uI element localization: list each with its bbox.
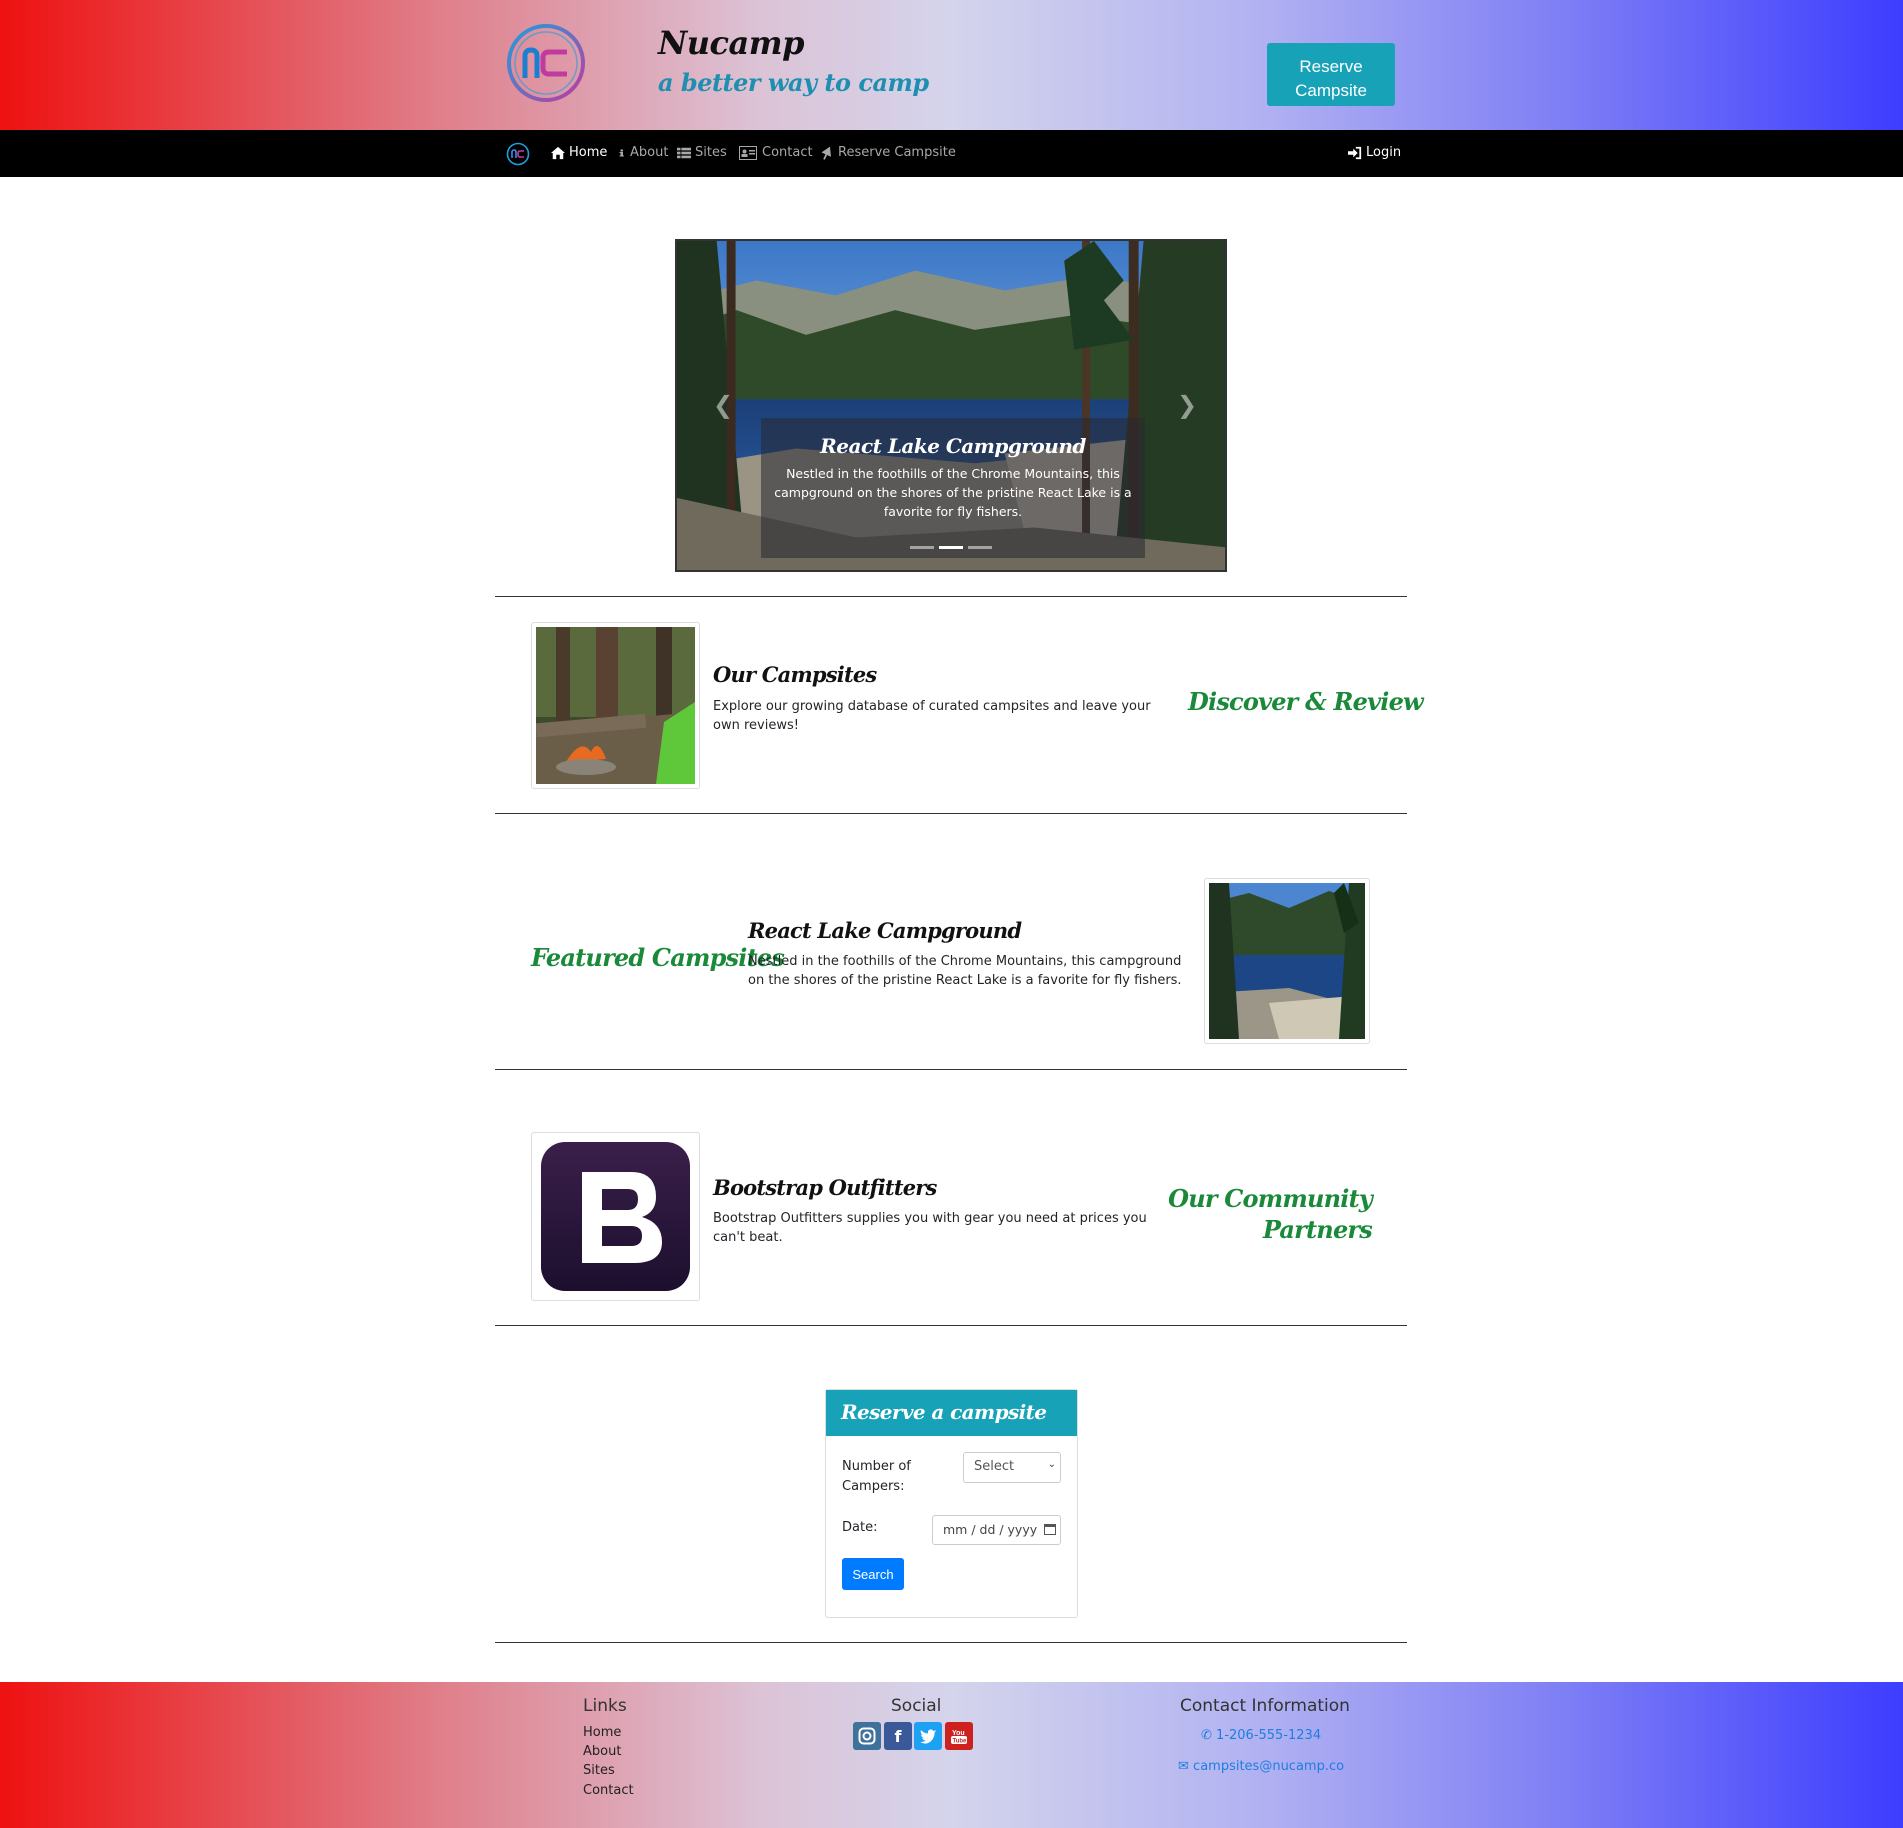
community-partners-line2: Partners (1262, 1215, 1373, 1244)
address-card-icon (739, 145, 757, 160)
campers-select[interactable]: Select ⌄ (963, 1452, 1061, 1483)
header-jumbotron: Nucamp a better way to camp Reserve Camp… (0, 0, 1903, 130)
nav-reserve-label: Reserve Campsite (838, 145, 956, 160)
section-divider (495, 1069, 1407, 1070)
nav-reserve-campsite[interactable]: Reserve Campsite (820, 145, 956, 160)
section-campsites-title: Our Campsites (713, 662, 877, 687)
facebook-icon[interactable]: f (884, 1722, 912, 1750)
carousel-caption: React Lake Campground Nestled in the foo… (761, 418, 1145, 558)
reserve-campsite-button[interactable]: Reserve Campsite (1267, 43, 1395, 106)
hero-carousel[interactable]: ❮ ❯ React Lake Campground Nestled in the… (675, 239, 1227, 572)
nav-contact-label: Contact (762, 145, 813, 160)
date-input[interactable]: mm / dd / yyyy (932, 1515, 1061, 1545)
partner-title: Bootstrap Outfitters (713, 1175, 937, 1200)
carousel-caption-title: React Lake Campground (820, 434, 1086, 458)
carousel-indicator[interactable] (968, 546, 992, 549)
nav-login-label: Login (1366, 145, 1402, 160)
twitter-icon[interactable] (914, 1722, 942, 1750)
featured-campsite-text: Nestled in the foothills of the Chrome M… (748, 954, 1182, 988)
date-placeholder: mm / dd / yyyy (943, 1522, 1038, 1537)
partner-thumbnail (531, 1132, 700, 1301)
navbar-logo[interactable] (506, 142, 530, 166)
brand-title: Nucamp (658, 24, 804, 62)
carousel-indicator-active[interactable] (939, 546, 963, 549)
calendar-icon[interactable] (1044, 1524, 1057, 1535)
home-icon (551, 146, 565, 159)
nucamp-logo (507, 24, 585, 102)
footer-contact-heading: Contact Information (1180, 1696, 1350, 1716)
reserve-card-title: Reserve a campsite (826, 1390, 1077, 1436)
nav-sites[interactable]: Sites (677, 145, 727, 160)
section-divider (495, 1325, 1407, 1326)
date-label: Date: (842, 1520, 878, 1535)
bootstrap-logo (541, 1142, 690, 1291)
section-campsites-text: Explore our growing database of curated … (713, 699, 1151, 733)
featured-campsite-image (1209, 883, 1365, 1039)
envelope-icon: ✉ (1178, 1759, 1189, 1774)
campsite-image (536, 627, 695, 784)
section-divider (495, 596, 1407, 597)
svg-text:Tube: Tube (953, 1739, 968, 1745)
info-icon (619, 149, 624, 156)
footer-phone[interactable]: ✆ 1-206-555-1234 (1201, 1728, 1321, 1743)
nav-about[interactable]: About (618, 145, 668, 160)
sign-in-icon (1348, 146, 1362, 159)
nav-sites-label: Sites (695, 145, 727, 160)
carousel-indicators (910, 546, 992, 549)
carousel-prev-icon[interactable]: ❮ (713, 391, 733, 419)
footer-link-sites[interactable]: Sites (583, 1763, 615, 1778)
brand-tagline: a better way to camp (658, 68, 929, 97)
instagram-icon[interactable] (853, 1722, 881, 1750)
footer-email-text: campsites@nucamp.co (1193, 1759, 1345, 1774)
carousel-next-icon[interactable]: ❯ (1177, 391, 1197, 419)
carousel-indicator[interactable] (910, 546, 934, 549)
nav-login[interactable]: Login (1348, 145, 1401, 160)
main-navbar: Home About Sites Contact Reserve Campsit… (0, 130, 1903, 177)
featured-campsite-title: React Lake Campground (748, 918, 1022, 943)
footer: Links Home About Sites Contact Social f … (0, 1682, 1903, 1828)
campers-label-line1: Number of (842, 1459, 911, 1474)
youtube-icon[interactable]: You Tube (945, 1722, 973, 1750)
svg-text:You: You (952, 1730, 965, 1737)
partner-text: Bootstrap Outfitters supplies you with g… (713, 1211, 1147, 1245)
chevron-down-icon: ⌄ (1047, 1459, 1056, 1470)
footer-link-home[interactable]: Home (583, 1725, 621, 1740)
footer-links-heading: Links (583, 1696, 627, 1716)
reserve-campsite-label: Reserve Campsite (1295, 56, 1367, 100)
list-icon (677, 147, 691, 158)
footer-link-contact[interactable]: Contact (583, 1783, 634, 1798)
nav-home[interactable]: Home (551, 145, 607, 160)
campers-select-value: Select (974, 1459, 1015, 1474)
footer-social-heading: Social (891, 1696, 942, 1716)
footer-phone-text: 1-206-555-1234 (1216, 1728, 1322, 1743)
campers-label: Number of Campers: (842, 1457, 911, 1497)
search-button[interactable]: Search (842, 1558, 904, 1590)
phone-icon: ✆ (1201, 1728, 1212, 1743)
section-divider (495, 813, 1407, 814)
footer-email[interactable]: ✉ campsites@nucamp.co (1178, 1759, 1344, 1774)
carousel-caption-text: Nestled in the foothills of the Chrome M… (774, 466, 1132, 519)
community-partners-heading: Our Community Partners (1150, 1183, 1373, 1245)
nav-contact[interactable]: Contact (738, 145, 813, 160)
featured-campsite-thumbnail (1204, 878, 1370, 1044)
tree-icon (821, 146, 832, 160)
community-partners-line1: Our Community (1168, 1184, 1373, 1213)
discover-review-heading: Discover & Review (1188, 687, 1424, 716)
featured-campsites-heading: Featured Campsites (531, 943, 785, 972)
reserve-campsite-card: Reserve a campsite Number of Campers: Se… (825, 1389, 1078, 1618)
campers-label-line2: Campers: (842, 1479, 905, 1494)
campsite-thumbnail (531, 622, 700, 789)
footer-link-about[interactable]: About (583, 1744, 621, 1759)
nav-home-label: Home (569, 145, 608, 160)
section-divider (495, 1642, 1407, 1643)
nav-about-label: About (630, 145, 669, 160)
